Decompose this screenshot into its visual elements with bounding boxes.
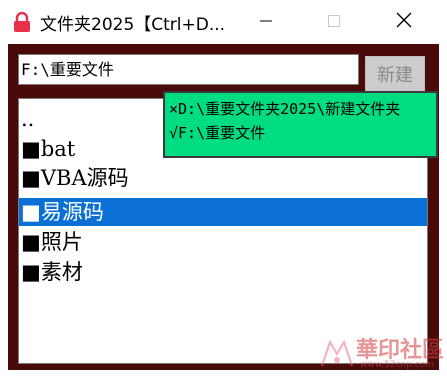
app-window: 文件夹2025【Ctrl+D... F:\重要文件 新建 .. ■bat ■VB… — [0, 0, 447, 377]
list-item[interactable]: ■VBA源码 — [19, 164, 427, 192]
new-button[interactable]: 新建 — [365, 56, 425, 92]
list-item-selected[interactable]: ■易源码 — [19, 198, 427, 226]
path-input[interactable]: F:\重要文件 — [18, 54, 359, 85]
title-bar[interactable]: 文件夹2025【Ctrl+D... — [0, 0, 447, 44]
history-item[interactable]: ×D:\重要文件夹2025\新建文件夹 — [169, 99, 400, 119]
close-icon — [396, 12, 412, 32]
close-button[interactable] — [381, 0, 427, 44]
history-item[interactable]: √F:\重要文件 — [169, 123, 265, 143]
list-item[interactable]: ■素材 — [19, 258, 427, 286]
list-item[interactable]: ■照片 — [19, 228, 427, 256]
minimize-button[interactable] — [243, 0, 289, 44]
watermark-url: www.52cnp.com — [360, 360, 435, 370]
minimize-icon — [259, 13, 273, 32]
path-history-popup: ×D:\重要文件夹2025\新建文件夹 √F:\重要文件 — [163, 91, 438, 158]
watermark-logo-icon — [320, 338, 354, 372]
maximize-icon — [327, 13, 341, 32]
maximize-button[interactable] — [311, 0, 357, 44]
watermark: 華印社區 www.52cnp.com — [320, 332, 444, 374]
window-title: 文件夹2025【Ctrl+D... — [40, 15, 226, 35]
client-area: F:\重要文件 新建 .. ■bat ■VBA源码 ■易源码 ■照片 ■素材 ×… — [8, 44, 439, 370]
lock-icon — [12, 11, 32, 32]
